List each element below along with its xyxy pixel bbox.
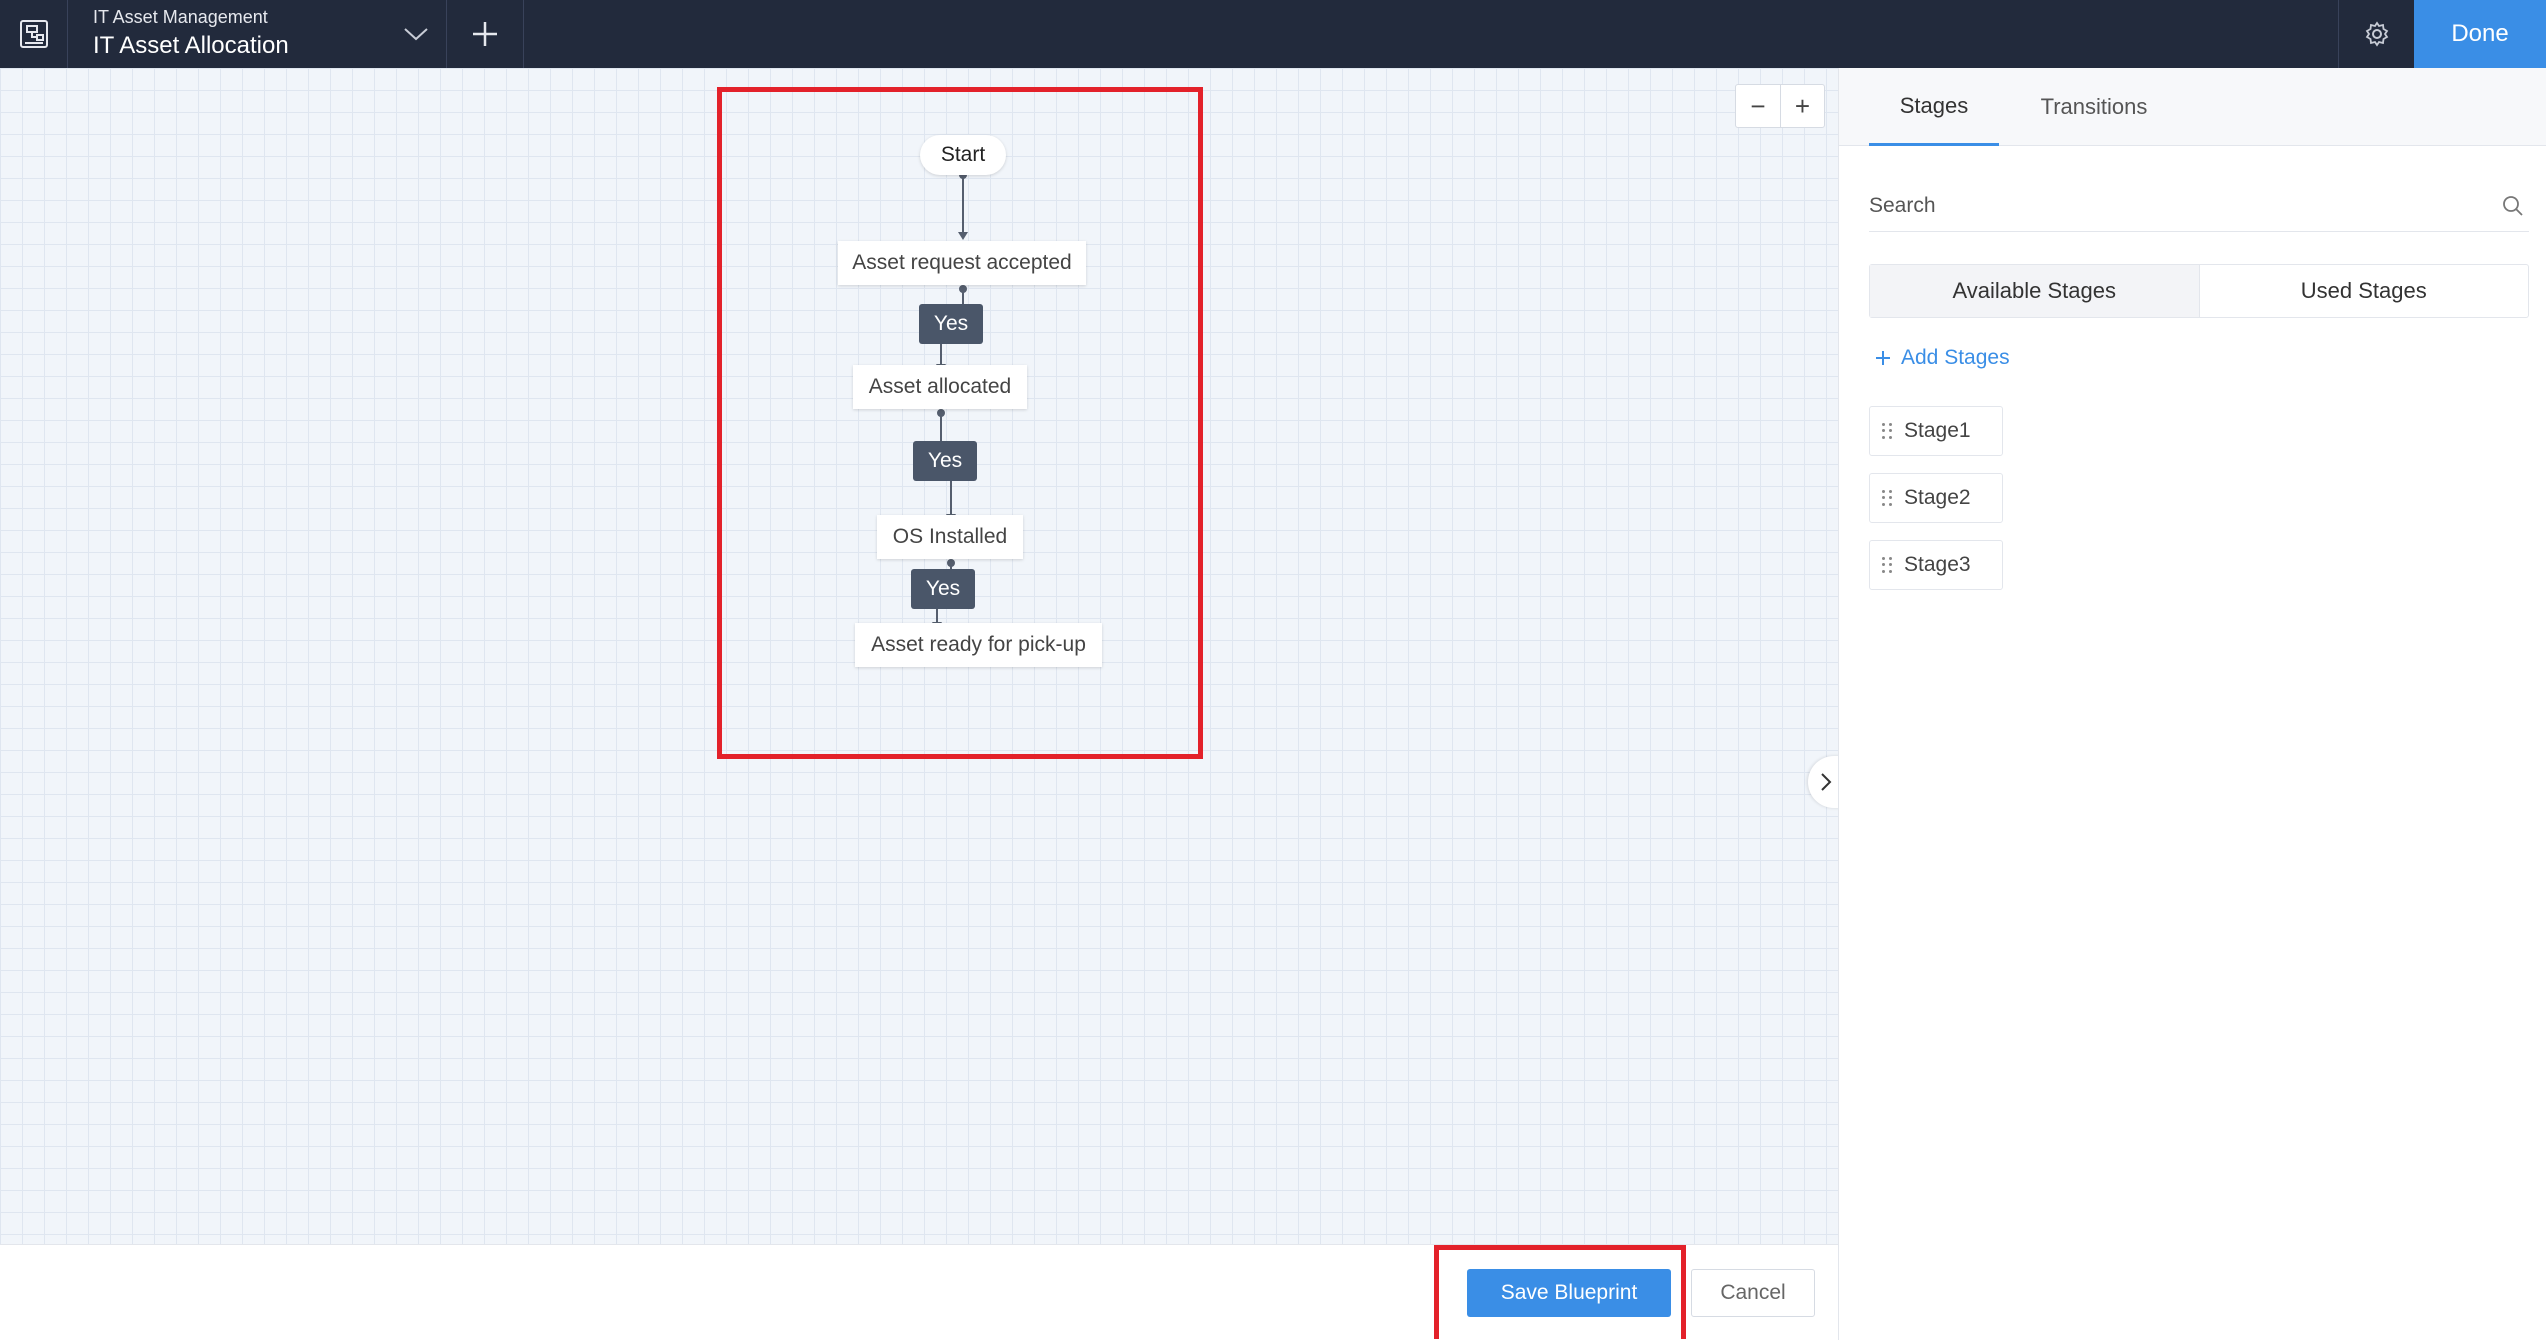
used-stages-button[interactable]: Used Stages <box>2200 265 2529 317</box>
drag-handle-icon[interactable] <box>1882 423 1892 439</box>
divider <box>523 0 524 68</box>
stage-item[interactable]: Stage1 <box>1869 406 2003 456</box>
settings-button[interactable] <box>2338 0 2414 68</box>
stage-filter-toggle: Available Stages Used Stages <box>1869 264 2529 318</box>
blueprint-app-button[interactable] <box>0 0 68 68</box>
add-blueprint-button[interactable] <box>447 0 523 68</box>
available-stages-button[interactable]: Available Stages <box>1870 265 2200 317</box>
blueprint-icon <box>19 20 48 48</box>
search-icon[interactable] <box>2501 194 2525 218</box>
blueprint-canvas[interactable]: − + Start Asset request accepted Yes Ass… <box>0 68 1838 1244</box>
tab-stages[interactable]: Stages <box>1869 68 1999 146</box>
app-subtitle: IT Asset Management <box>93 7 268 27</box>
chevron-down-icon <box>404 28 428 41</box>
blueprint-dropdown-button[interactable] <box>396 14 436 54</box>
cancel-button[interactable]: Cancel <box>1691 1269 1815 1317</box>
plus-icon <box>1876 351 1890 365</box>
top-bar: IT Asset Management IT Asset Allocation … <box>0 0 2546 68</box>
add-stages-link[interactable]: Add Stages <box>1875 346 2010 370</box>
panel-tabs: Stages Transitions <box>1839 68 2546 146</box>
search-box <box>1869 182 2529 232</box>
blueprint-title: IT Asset Allocation <box>93 32 289 59</box>
save-highlight-box <box>1434 1245 1686 1339</box>
stages-panel: Stages Transitions Available Stages Used… <box>1838 68 2546 1340</box>
search-input[interactable] <box>1869 182 2489 230</box>
plus-icon <box>473 22 497 46</box>
add-stages-label: Add Stages <box>1901 346 2010 369</box>
stage-label: Stage1 <box>1904 419 1971 442</box>
chevron-right-icon <box>1821 773 1832 791</box>
drag-handle-icon[interactable] <box>1882 557 1892 573</box>
stage-label: Stage3 <box>1904 553 1971 576</box>
stage-item[interactable]: Stage2 <box>1869 473 2003 523</box>
tab-transitions[interactable]: Transitions <box>2019 68 2169 146</box>
drag-handle-icon[interactable] <box>1882 490 1892 506</box>
gear-icon <box>2365 21 2388 47</box>
diagram-highlight-box <box>717 87 1203 759</box>
done-button[interactable]: Done <box>2414 0 2546 68</box>
stage-item[interactable]: Stage3 <box>1869 540 2003 590</box>
stage-label: Stage2 <box>1904 486 1971 509</box>
footer-bar: Save Blueprint Cancel <box>0 1244 1838 1340</box>
